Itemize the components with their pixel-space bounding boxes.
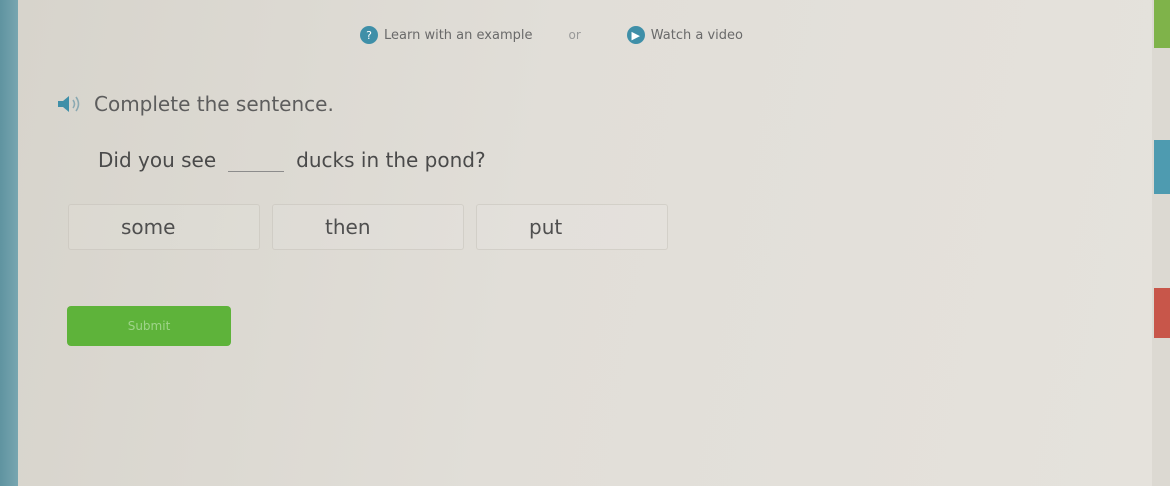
choice-label: some xyxy=(121,215,176,239)
answer-choices: some then put xyxy=(68,204,668,250)
watch-video-label: Watch a video xyxy=(650,27,743,43)
right-progress-strip-green xyxy=(1154,0,1170,48)
instruction-text: Complete the sentence. xyxy=(94,92,334,116)
right-progress-strip-red xyxy=(1154,288,1170,338)
choice-some[interactable]: some xyxy=(68,204,260,250)
helper-separator: or xyxy=(568,28,581,42)
question-sentence: Did you see ducks in the pond? xyxy=(98,148,486,172)
helper-bar: ? Learn with an example or ▶ Watch a vid… xyxy=(360,22,743,48)
left-edge-bar xyxy=(0,0,18,486)
learn-with-example-link[interactable]: ? Learn with an example xyxy=(360,26,532,44)
sentence-before: Did you see xyxy=(98,148,217,172)
question-icon: ? xyxy=(360,26,378,44)
watch-video-link[interactable]: ▶ Watch a video xyxy=(626,26,743,44)
instruction: Complete the sentence. xyxy=(56,92,334,116)
learn-with-example-label: Learn with an example xyxy=(384,27,533,43)
choice-label: then xyxy=(325,215,371,239)
choice-put[interactable]: put xyxy=(476,204,668,250)
play-icon: ▶ xyxy=(626,26,645,44)
choice-label: put xyxy=(529,215,563,239)
sentence-after: ducks in the pond? xyxy=(296,148,486,172)
right-progress-strip-blue xyxy=(1154,140,1170,194)
answer-blank xyxy=(228,151,285,172)
speaker-icon[interactable] xyxy=(56,93,84,115)
submit-button[interactable]: Submit xyxy=(67,306,231,346)
choice-then[interactable]: then xyxy=(272,204,464,250)
